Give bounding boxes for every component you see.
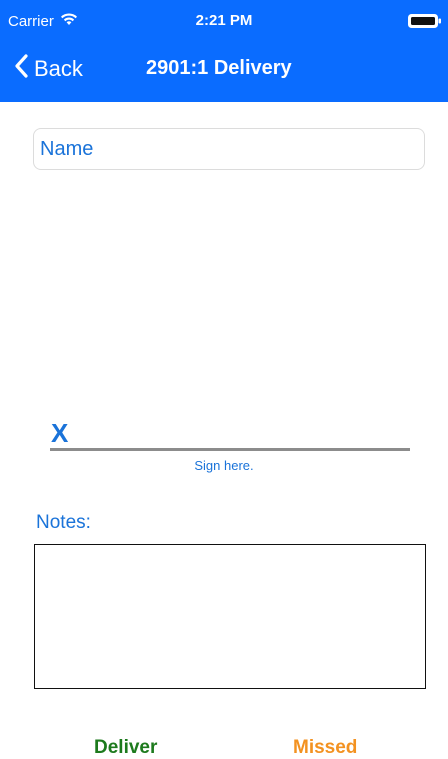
battery-icon	[408, 14, 442, 28]
page-title: 2901:1 Delivery	[146, 57, 292, 79]
notes-textarea[interactable]	[34, 544, 426, 689]
signature-line	[50, 448, 410, 451]
back-button[interactable]: Back	[14, 54, 83, 84]
navigation-bar: Back 2901:1 Delivery	[0, 40, 448, 102]
signature-x-mark: X	[51, 418, 69, 448]
notes-label: Notes:	[36, 512, 91, 533]
status-bar: Carrier 2:21 PM	[0, 0, 448, 40]
chevron-left-icon	[14, 54, 28, 84]
signature-caption: Sign here.	[194, 458, 254, 473]
back-label: Back	[34, 56, 83, 81]
status-time: 2:21 PM	[195, 12, 253, 29]
name-field[interactable]	[33, 128, 425, 170]
